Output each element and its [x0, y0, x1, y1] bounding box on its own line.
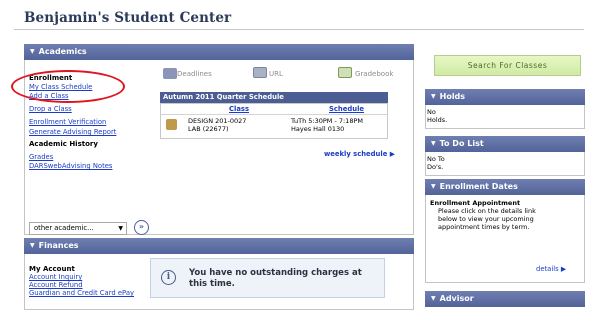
chevron-right-icon: ▶: [389, 150, 395, 158]
todo-text: No To: [427, 155, 445, 163]
page-title: Benjamin's Student Center: [24, 10, 232, 26]
collapse-arrow-icon[interactable]: ▼: [431, 89, 436, 105]
finances-header-label: Finances: [38, 241, 79, 250]
advisor-header-label: Advisor: [439, 294, 474, 303]
schedule-column-header[interactable]: Schedule: [329, 104, 364, 114]
account-refund-link[interactable]: Account Refund: [29, 281, 83, 289]
todo-text: Do's.: [427, 163, 444, 171]
class-cell: DESIGN 201-0027: [188, 117, 247, 125]
collapse-arrow-icon[interactable]: ▼: [30, 44, 35, 60]
enrollment-dates-text: Please click on the details link: [438, 207, 536, 215]
title-divider: [14, 29, 584, 30]
grades-link[interactable]: Grades: [29, 153, 53, 161]
enrollment-dates-text: appointment times by term.: [438, 223, 530, 231]
schedule-title: Autumn 2011 Quarter Schedule: [160, 92, 388, 103]
holds-text: No: [427, 108, 436, 116]
collapse-arrow-icon[interactable]: ▼: [30, 238, 35, 254]
go-icon[interactable]: »: [134, 220, 149, 235]
schedule-table: Class Schedule DESIGN 201-0027 LAB (2267…: [160, 103, 388, 139]
advisor-header[interactable]: ▼ Advisor: [425, 291, 585, 307]
holds-header[interactable]: ▼ Holds: [425, 89, 585, 105]
todo-panel: [425, 152, 585, 176]
guardian-epay-link[interactable]: Guardian and Credit Card ePay: [29, 289, 134, 297]
my-account-label: My Account: [29, 265, 75, 273]
generate-advising-report-link[interactable]: Generate Advising Report: [29, 128, 116, 136]
enrollment-appointment-title: Enrollment Appointment: [430, 199, 521, 207]
todo-header[interactable]: ▼ To Do List: [425, 136, 585, 152]
academics-header-label: Academics: [38, 47, 87, 56]
chevron-down-icon: ▼: [118, 225, 123, 232]
gradebook-link[interactable]: Gradebook: [355, 70, 393, 78]
holds-header-label: Holds: [439, 92, 466, 101]
table-divider: [161, 114, 387, 115]
info-icon: i: [161, 270, 176, 285]
enrollment-dates-header[interactable]: ▼ Enrollment Dates: [425, 179, 585, 195]
holds-text: Holds.: [427, 116, 448, 124]
schedule-cell: Hayes Hall 0130: [291, 125, 345, 133]
deadlines-link[interactable]: Deadlines: [177, 70, 212, 78]
drop-class-link[interactable]: Drop a Class: [29, 105, 72, 113]
no-charges-message-box: i You have no outstanding charges at thi…: [150, 258, 385, 298]
details-link[interactable]: details ▶: [536, 265, 566, 273]
academic-history-label: Academic History: [29, 140, 98, 148]
highlight-oval: [11, 70, 125, 103]
url-link[interactable]: URL: [269, 70, 283, 78]
select-value: other academic...: [34, 224, 94, 232]
enrollment-dates-header-label: Enrollment Dates: [439, 182, 518, 191]
details-label: details: [536, 265, 559, 273]
schedule-cell: TuTh 5:30PM - 7:18PM: [291, 117, 363, 125]
chevron-right-icon: ▶: [560, 265, 567, 273]
todo-header-label: To Do List: [439, 139, 484, 148]
url-icon[interactable]: [253, 67, 267, 78]
finances-header[interactable]: ▼ Finances: [24, 238, 414, 254]
enrollment-verification-link[interactable]: Enrollment Verification: [29, 118, 106, 126]
class-item-icon: [166, 119, 177, 130]
collapse-arrow-icon[interactable]: ▼: [431, 291, 436, 307]
academics-header[interactable]: ▼ Academics: [24, 44, 414, 60]
dars-advising-notes-link[interactable]: DARSwebAdvising Notes: [29, 162, 112, 170]
class-cell: LAB (22677): [188, 125, 229, 133]
gradebook-icon[interactable]: [338, 67, 352, 78]
weekly-schedule-label: weekly schedule: [324, 150, 388, 158]
search-for-classes-button[interactable]: Search For Classes: [434, 55, 581, 76]
holds-panel: [425, 105, 585, 129]
no-charges-message: You have no outstanding charges at this …: [189, 268, 362, 289]
class-column-header[interactable]: Class: [229, 104, 249, 114]
collapse-arrow-icon[interactable]: ▼: [431, 136, 436, 152]
weekly-schedule-link[interactable]: weekly schedule ▶: [324, 150, 395, 158]
other-academic-select[interactable]: other academic... ▼: [29, 222, 127, 235]
deadlines-icon[interactable]: [163, 68, 177, 79]
account-inquiry-link[interactable]: Account Inquiry: [29, 273, 82, 281]
enrollment-dates-text: below to view your upcoming: [438, 215, 534, 223]
collapse-arrow-icon[interactable]: ▼: [431, 179, 436, 195]
